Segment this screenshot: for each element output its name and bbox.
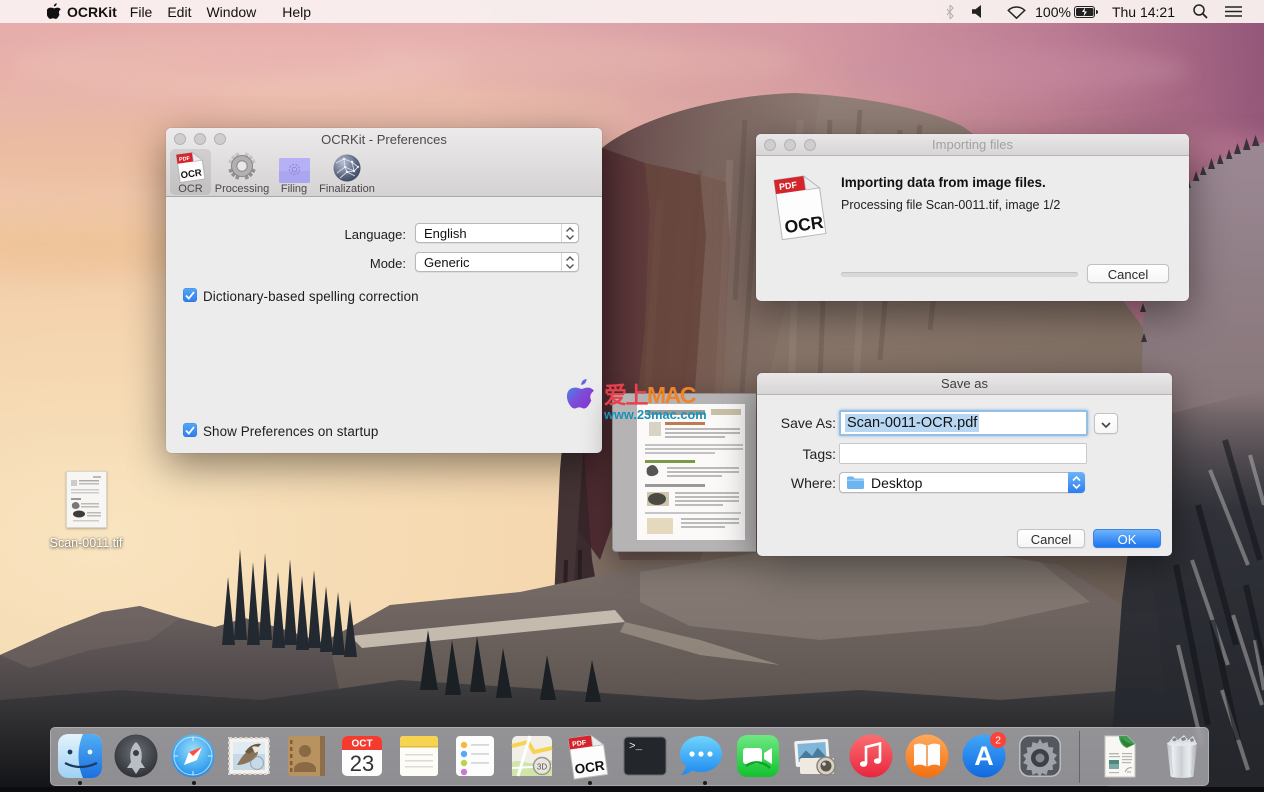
svg-text:2: 2: [995, 735, 1001, 747]
svg-text:OCT: OCT: [351, 739, 372, 750]
svg-text:23: 23: [350, 751, 374, 776]
svg-text:A: A: [974, 741, 994, 771]
svg-text:3D: 3D: [537, 763, 547, 772]
svg-text:>_: >_: [629, 741, 643, 753]
